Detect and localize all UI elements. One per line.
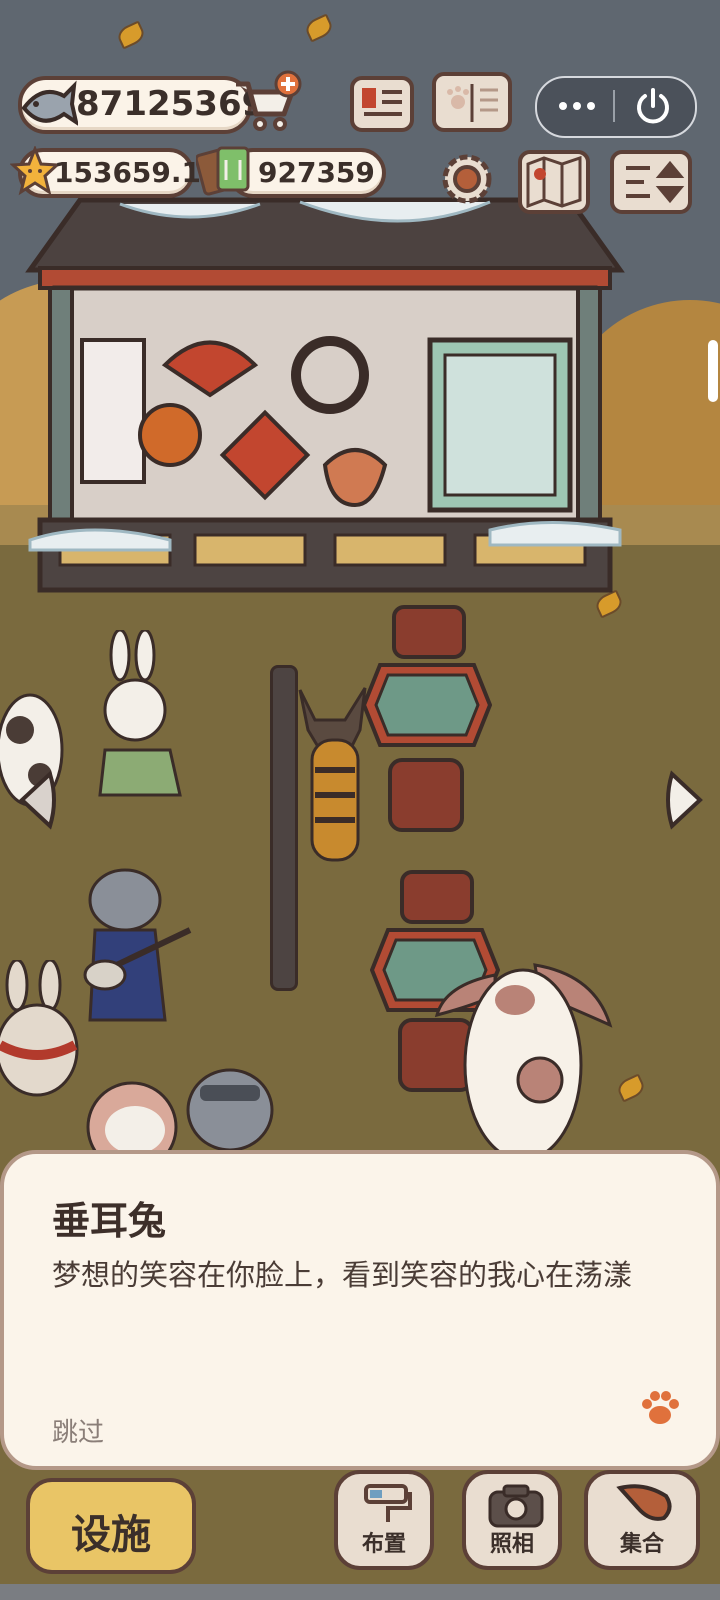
star-icon	[9, 144, 61, 196]
power-icon	[637, 88, 669, 124]
arrange-label: 布置	[361, 1532, 406, 1557]
ticket-currency-pill: 927359	[194, 146, 386, 198]
settings-button[interactable]	[436, 148, 498, 210]
capsule-divider	[613, 90, 615, 122]
dialogue-text: 梦想的笑容在你脸上，看到笑容的我心在荡漾	[52, 1258, 633, 1292]
cat-character	[85, 1080, 180, 1173]
map-button[interactable]	[518, 150, 590, 214]
paw-icon	[640, 1388, 680, 1428]
hyena-character	[290, 680, 380, 880]
rabbit-scarf-character	[0, 958, 85, 1100]
miniprogram-capsule	[535, 76, 697, 138]
more-dots-icon	[559, 102, 595, 110]
game-scene: 87125369 153659.1 927359 垂耳兔 梦想的笑容在你脸上，看…	[0, 0, 720, 1600]
gather-label: 集合	[619, 1532, 664, 1557]
facilities-label: 设施	[71, 1512, 151, 1558]
shop-cart-button[interactable]	[230, 70, 302, 134]
ticket-icon	[194, 142, 256, 200]
map-icon	[526, 155, 582, 209]
star-currency-pill: 153659.1	[9, 144, 201, 198]
lop-eared-rabbit-character	[434, 955, 615, 1162]
scroll-left-button[interactable]	[14, 770, 58, 830]
scroll-right-button[interactable]	[664, 770, 708, 830]
facilities-button[interactable]: 设施	[26, 1478, 196, 1574]
fish-icon	[18, 74, 80, 134]
newspaper-icon	[362, 88, 402, 116]
scrollbar[interactable]	[708, 340, 718, 402]
whistle-icon	[614, 1478, 678, 1528]
pavilion	[20, 190, 630, 610]
gather-button[interactable]: 集合	[584, 1470, 700, 1570]
paint-roller-icon	[362, 1482, 414, 1526]
sort-icon	[626, 160, 685, 204]
gear-icon	[442, 154, 492, 204]
fish-currency-pill: 87125369	[18, 74, 265, 134]
bunny-character	[95, 628, 185, 810]
stone-table	[361, 605, 493, 835]
paw-book-button[interactable]	[432, 72, 512, 132]
dialogue-box[interactable]: 垂耳兔 梦想的笑容在你脸上，看到笑容的我心在荡漾 跳过	[0, 1150, 720, 1470]
camera-icon	[486, 1482, 546, 1530]
photo-label: 照相	[489, 1532, 534, 1557]
speaker-name: 垂耳兔	[52, 1199, 167, 1243]
arrange-button[interactable]: 布置	[334, 1470, 434, 1570]
close-miniprogram-button[interactable]	[625, 84, 681, 128]
skip-button[interactable]: 跳过	[52, 1412, 104, 1449]
more-button[interactable]	[549, 86, 605, 126]
sort-button[interactable]	[610, 150, 692, 214]
hippo-character	[185, 1060, 275, 1152]
chevron-right-icon	[666, 770, 703, 830]
news-button[interactable]	[350, 76, 414, 132]
guitar-dog-character	[75, 860, 195, 1030]
system-nav-bar	[0, 1584, 720, 1600]
ticket-count: 927359	[258, 156, 375, 189]
paw-book-icon	[447, 84, 498, 122]
chevron-left-icon	[19, 770, 56, 830]
photo-button[interactable]: 照相	[462, 1470, 562, 1570]
star-count: 153659.1	[54, 156, 202, 189]
